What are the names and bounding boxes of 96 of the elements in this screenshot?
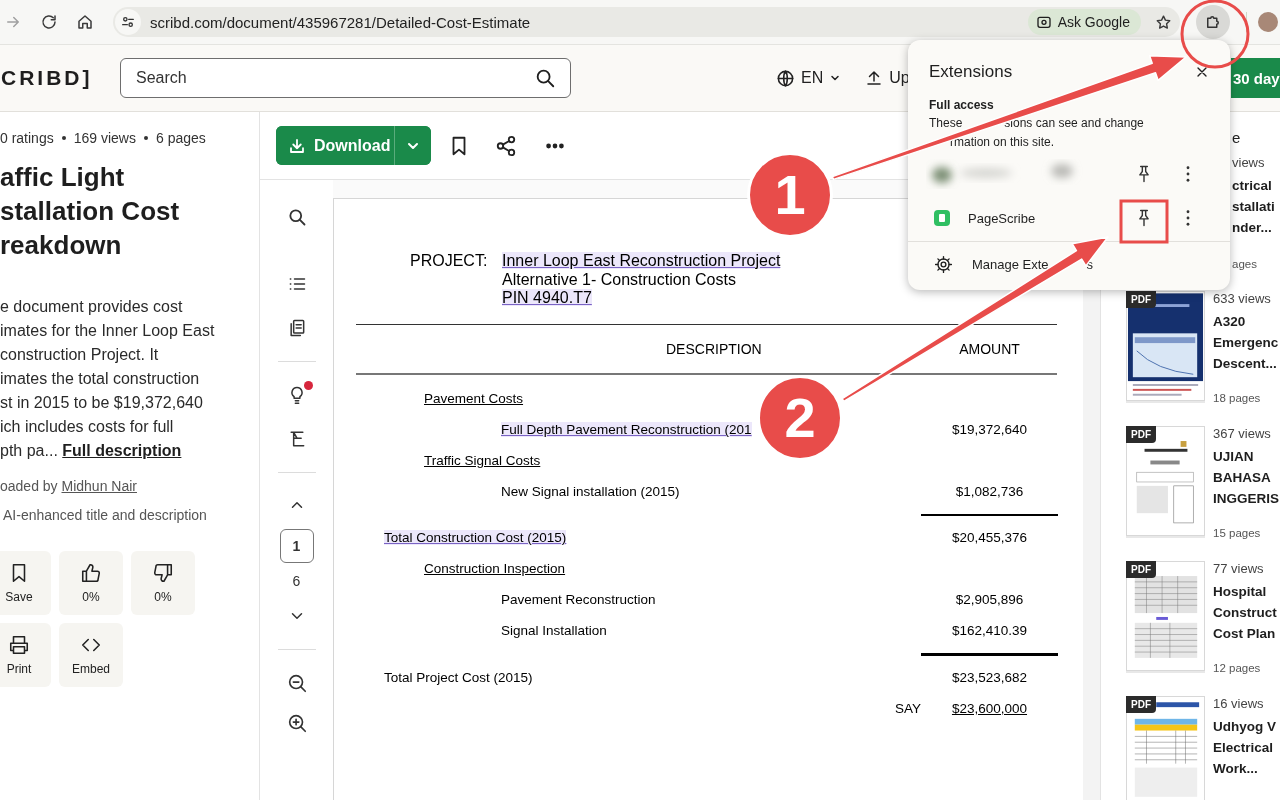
- search-icon[interactable]: [286, 207, 307, 227]
- section-heading: e: [1231, 128, 1242, 148]
- search-icon[interactable]: [534, 67, 556, 89]
- view-count: views: [1232, 154, 1266, 171]
- download-options-button[interactable]: [394, 126, 431, 165]
- pdf-badge: PDF: [1126, 426, 1156, 443]
- sliders-icon: [120, 14, 136, 30]
- description-text: These: [929, 115, 963, 132]
- line-item: Pavement Reconstruction: [501, 592, 656, 607]
- upload-icon: [865, 69, 884, 87]
- puzzle-icon: [1204, 13, 1222, 31]
- highlight-box: [1119, 199, 1169, 244]
- column-header: DESCRIPTION: [665, 341, 763, 357]
- description-text: e document provides cost imates for the Inner Loop East construction Project. It imates the total construction st in 2015 to be $19,372,640 ich includes costs for full pth pa... Full description: [0, 297, 216, 461]
- amount-value: $162,410.39: [950, 623, 1029, 638]
- section-heading: Construction Inspection: [424, 561, 566, 576]
- print-button[interactable]: Print: [0, 623, 51, 687]
- view-count: 16 views: [1213, 696, 1265, 712]
- ai-note: AI-enhanced title and description: [2, 506, 208, 525]
- extension-name: PageScribe: [968, 210, 1036, 226]
- column-header: AMOUNT: [958, 341, 1021, 357]
- page-number-field[interactable]: 1: [279, 529, 314, 563]
- extension-icon: [934, 210, 950, 226]
- avatar[interactable]: [1258, 12, 1278, 32]
- view-count: 367 views: [1213, 426, 1272, 442]
- document-title-link[interactable]: Hospital Construct Cost Plan: [1213, 581, 1277, 644]
- page-count: 18 pages: [1213, 391, 1262, 405]
- line-item: Full Depth Pavement Reconstruction (201: [501, 422, 752, 437]
- description-text: rmation on this site.: [950, 134, 1055, 151]
- language-button[interactable]: EN: [776, 68, 842, 88]
- globe-icon: [776, 68, 795, 88]
- line-item: New Signal installation (2015): [501, 484, 680, 499]
- section-heading: Pavement Costs: [424, 391, 524, 406]
- amount-value: $19,372,640: [950, 422, 1029, 437]
- meta-text: 6 pages: [155, 130, 206, 146]
- page-count: 15 pages: [1213, 526, 1262, 540]
- extensions-button[interactable]: [1196, 5, 1230, 39]
- thumbs-down-icon: [152, 562, 174, 584]
- page-count: 6: [292, 572, 301, 590]
- logo[interactable]: CRIBD]: [0, 66, 100, 90]
- page-count: 12 pages: [1213, 661, 1262, 675]
- pdf-badge: PDF: [1126, 561, 1156, 578]
- line-item: Signal Installation: [501, 623, 607, 638]
- view-count: 633 views: [1213, 291, 1272, 307]
- document-title-link[interactable]: A320 Emergenc Descent...: [1213, 311, 1279, 374]
- like-button[interactable]: 0%: [59, 551, 123, 615]
- site-info-button[interactable]: [115, 9, 141, 35]
- step-number: 1: [747, 152, 833, 238]
- document-title: affic Light stallation Cost reakdown: [0, 161, 181, 262]
- document-title-link[interactable]: ctrical stallati nder...: [1232, 174, 1275, 238]
- document-title-link[interactable]: Udhyog V Electrical Work...: [1213, 716, 1276, 779]
- bullet-dot: [143, 136, 148, 140]
- page-count: ages: [1232, 256, 1258, 271]
- search-field[interactable]: Search: [120, 58, 571, 98]
- save-button[interactable]: Save: [0, 551, 51, 615]
- amount-value: $23,523,682: [950, 670, 1029, 685]
- url-text: scribd.com/document/435967281/Detailed-Cost-Estimate: [150, 13, 531, 31]
- view-count: 77 views: [1213, 561, 1265, 577]
- reload-icon[interactable]: [40, 13, 58, 31]
- project-label: PROJECT:: [409, 252, 489, 271]
- lens-icon: [1035, 14, 1052, 30]
- amount-value: $23,600,000: [950, 701, 1029, 716]
- document-title-link[interactable]: UJIAN BAHASA INGGERIS: [1213, 446, 1279, 509]
- meta-text: 0 ratings: [0, 130, 54, 146]
- section-label: Full access: [929, 98, 995, 112]
- dislike-button[interactable]: 0%: [131, 551, 195, 615]
- uploader-link[interactable]: Midhun Nair: [61, 478, 137, 494]
- embed-button[interactable]: Embed: [59, 623, 123, 687]
- highlight-ring: [1180, 0, 1250, 69]
- say-label: SAY: [895, 701, 921, 716]
- amount-value: $2,905,896: [954, 592, 1025, 607]
- trial-button[interactable]: 30 day: [1231, 58, 1280, 98]
- ask-google-button[interactable]: Ask Google: [1027, 9, 1141, 35]
- meta-text: 169 views: [73, 130, 136, 146]
- pdf-badge: PDF: [1126, 696, 1156, 713]
- project-line: Alternative 1- Construction Costs: [502, 270, 736, 288]
- share-icon[interactable]: [495, 134, 517, 157]
- section-heading: Traffic Signal Costs: [424, 453, 541, 468]
- thumbs-up-icon: [80, 562, 102, 584]
- download-icon: [288, 136, 306, 155]
- more-icon: [1186, 166, 1190, 182]
- bullet-dot: [61, 136, 66, 140]
- more-icon: [1186, 210, 1190, 226]
- amount-value: $20,455,376: [950, 530, 1029, 545]
- full-description-link[interactable]: Full description: [62, 442, 182, 459]
- pdf-badge: PDF: [1126, 291, 1156, 308]
- home-icon[interactable]: [76, 13, 94, 31]
- gear-icon: [934, 254, 953, 274]
- uploader-text: oaded by Midhun Nair: [0, 477, 138, 496]
- total-label: Total Project Cost (2015): [384, 670, 533, 685]
- address-bar[interactable]: scribd.com/document/435967281/Detailed-Cost-Estimate Ask Google: [113, 7, 1180, 37]
- total-label: Total Construction Cost (2015): [384, 530, 567, 545]
- printer-icon: [8, 634, 30, 656]
- amount-value: $1,082,736: [954, 484, 1025, 499]
- popup-title: Extensions: [929, 62, 1013, 82]
- star-icon[interactable]: [1155, 13, 1172, 31]
